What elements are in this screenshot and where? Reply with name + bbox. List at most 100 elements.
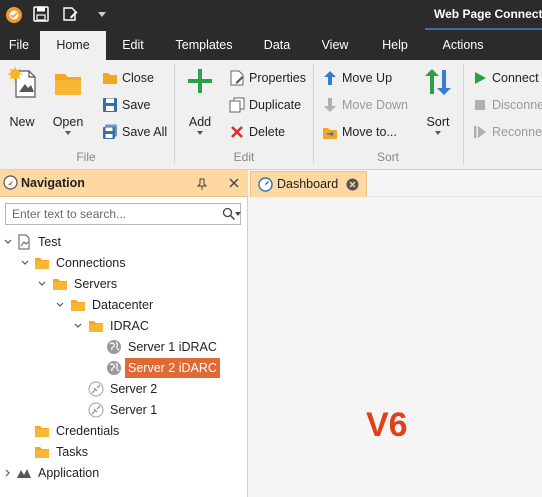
add-dropdown-icon — [197, 131, 203, 135]
close-tab-icon[interactable] — [346, 178, 359, 191]
close-button[interactable]: Close — [102, 67, 154, 89]
expand-chevron-icon[interactable] — [3, 463, 13, 483]
folder-icon — [35, 447, 49, 458]
tree-node-servers[interactable]: Servers — [0, 274, 240, 294]
disconnect-button[interactable]: Disconne — [472, 94, 542, 116]
open-button-label: Open — [52, 115, 84, 129]
title-bar: Web Page Connecti — [0, 0, 542, 31]
ribbon-separator — [174, 64, 175, 164]
tree-node-label: Tasks — [56, 445, 88, 459]
folder-icon — [35, 426, 49, 437]
open-button[interactable]: Open — [46, 66, 90, 142]
navigation-header: Navigation — [0, 170, 248, 197]
connect-button[interactable]: Connect — [472, 67, 539, 89]
ribbon-separator — [313, 64, 314, 164]
save-button[interactable]: Save — [102, 94, 151, 116]
tab-dashboard[interactable]: Dashboard — [250, 171, 367, 197]
window-title: Web Page Connecti — [434, 7, 542, 21]
tab-file[interactable]: File — [0, 31, 38, 60]
collapse-chevron-icon[interactable] — [37, 274, 47, 294]
document-area — [248, 170, 542, 497]
tree-node-label: Connections — [56, 256, 126, 270]
properties-icon — [230, 70, 244, 86]
tab-actions[interactable]: Actions — [432, 31, 494, 60]
tree-node-idrac[interactable]: IDRAC — [0, 316, 240, 336]
move-to-button[interactable]: Move to... — [322, 121, 397, 143]
new-button-label: New — [9, 115, 35, 129]
tab-help[interactable]: Help — [372, 31, 418, 60]
sort-button[interactable]: Sort — [418, 66, 458, 142]
tree-node-application[interactable]: Application — [0, 463, 240, 483]
save-disk-icon — [103, 97, 117, 112]
move-to-button-label: Move to... — [342, 125, 397, 139]
tree-node-label: Server 1 iDRAC — [128, 340, 217, 354]
navigation-title: Navigation — [21, 176, 85, 190]
close-pane-icon[interactable] — [229, 178, 239, 188]
reconnect-icon — [474, 125, 486, 138]
delete-button[interactable]: Delete — [229, 121, 285, 143]
properties-button[interactable]: Properties — [229, 67, 306, 89]
duplicate-button[interactable]: Duplicate — [229, 94, 301, 116]
tree-node-tasks[interactable]: Tasks — [0, 442, 240, 462]
save-all-button[interactable]: Save All — [102, 121, 167, 143]
tree-node-label: Datacenter — [92, 298, 154, 312]
save-quick-icon[interactable] — [33, 6, 49, 22]
edit-quick-icon[interactable] — [62, 6, 78, 22]
duplicate-icon — [229, 97, 245, 113]
tree-node-server-2-idarc[interactable]: Server 2 iDARC — [0, 358, 240, 378]
arrow-up-icon — [324, 70, 336, 85]
tree-node-label: Credentials — [56, 424, 120, 438]
tree-node-datacenter[interactable]: Datacenter — [0, 295, 240, 315]
stop-icon — [475, 99, 485, 110]
new-button[interactable]: New — [2, 66, 42, 130]
tree-node-test[interactable]: Test — [0, 232, 240, 252]
pin-icon[interactable] — [197, 178, 207, 190]
sort-button-label: Sort — [426, 115, 450, 129]
tree-node-label: Server 2 — [110, 382, 158, 396]
globe-icon — [107, 361, 121, 375]
tree-node-server-1[interactable]: Server 1 — [0, 400, 240, 420]
tree-node-connections[interactable]: Connections — [0, 253, 240, 273]
move-down-button-label: Move Down — [342, 98, 408, 112]
move-up-button-label: Move Up — [342, 71, 393, 85]
folder-icon — [35, 258, 49, 269]
reconnect-button-label: Reconne — [492, 125, 542, 139]
tree-node-label: Servers — [74, 277, 118, 291]
document-icon — [18, 234, 30, 250]
collapse-chevron-icon[interactable] — [3, 232, 13, 252]
reconnect-button[interactable]: Reconne — [472, 121, 542, 143]
sort-dropdown-icon — [435, 131, 441, 135]
tab-edit[interactable]: Edit — [110, 31, 156, 60]
sort-arrows-icon — [425, 69, 451, 95]
folder-icon — [89, 321, 103, 332]
tab-home[interactable]: Home — [40, 31, 106, 60]
tab-data[interactable]: Data — [254, 31, 300, 60]
tree-node-server-2[interactable]: Server 2 — [0, 379, 240, 399]
tab-view[interactable]: View — [312, 31, 358, 60]
tab-templates[interactable]: Templates — [166, 31, 242, 60]
edit-group-label: Edit — [233, 150, 255, 164]
collapse-chevron-icon[interactable] — [20, 253, 30, 273]
play-icon — [475, 71, 486, 84]
tree-node-server-1-idrac[interactable]: Server 1 iDRAC — [0, 337, 240, 357]
close-folder-icon — [103, 72, 117, 84]
add-button-label: Add — [188, 115, 212, 129]
search-icon[interactable] — [222, 207, 236, 221]
open-dropdown-icon — [65, 131, 71, 135]
compass-icon — [3, 175, 18, 190]
collapse-chevron-icon[interactable] — [73, 316, 83, 336]
search-input[interactable] — [6, 204, 218, 224]
search-options-dropdown-icon[interactable] — [235, 212, 241, 216]
collapse-chevron-icon[interactable] — [55, 295, 65, 315]
move-up-button[interactable]: Move Up — [322, 67, 392, 89]
arrow-down-icon — [324, 97, 336, 112]
tree-node-credentials[interactable]: Credentials — [0, 421, 240, 441]
search-box — [5, 203, 241, 225]
customize-dropdown-icon[interactable] — [98, 12, 106, 18]
delete-button-label: Delete — [249, 125, 286, 139]
file-group-label: File — [76, 150, 96, 164]
add-button[interactable]: Add — [180, 66, 220, 142]
tree-node-label: IDRAC — [110, 319, 149, 333]
move-down-button[interactable]: Move Down — [322, 94, 408, 116]
folder-icon — [71, 300, 85, 311]
